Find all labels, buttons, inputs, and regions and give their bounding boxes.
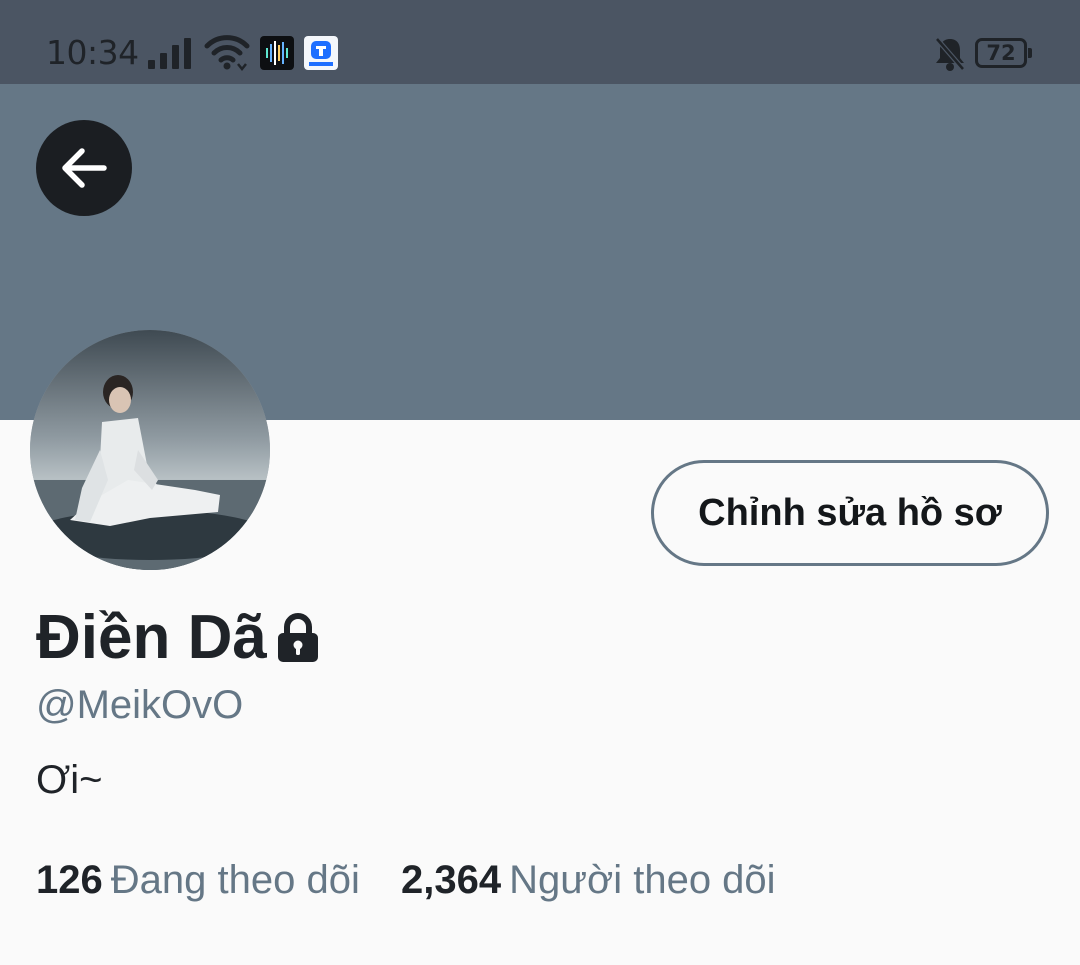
bell-off-icon [934, 36, 966, 77]
followers-count: 2,364 [400, 858, 502, 902]
follow-stats: 126 Đang theo dõi 2,364 Người theo dõi [36, 855, 806, 905]
following-stat[interactable]: 126 Đang theo dõi [36, 855, 360, 905]
back-button[interactable] [36, 120, 132, 216]
app-icon-tencent [304, 36, 338, 70]
battery-icon: 72 [975, 38, 1032, 68]
followers-label: Người theo dõi [509, 858, 776, 902]
profile-screen: 10:34 72 Chỉnh sửa hồ sơ Điền Dã @MeikOv… [0, 0, 1080, 965]
wifi-icon [204, 34, 250, 77]
edit-profile-button[interactable]: Chỉnh sửa hồ sơ [651, 460, 1049, 566]
display-name: Điền Dã [36, 603, 267, 672]
followers-stat[interactable]: 2,364 Người theo dõi [401, 855, 776, 905]
status-time: 10:34 [46, 33, 139, 72]
status-bar: 10:34 72 [0, 0, 1080, 84]
arrow-left-icon [62, 148, 107, 188]
app-icon-audio [260, 36, 294, 70]
username: @MeikOvO [36, 683, 244, 727]
bio: Ơi~ [36, 758, 103, 802]
signal-icon [148, 38, 194, 75]
lock-icon [274, 612, 322, 667]
avatar[interactable] [30, 330, 270, 570]
following-label: Đang theo dõi [110, 858, 360, 902]
battery-level: 72 [986, 41, 1016, 65]
following-count: 126 [36, 858, 103, 902]
